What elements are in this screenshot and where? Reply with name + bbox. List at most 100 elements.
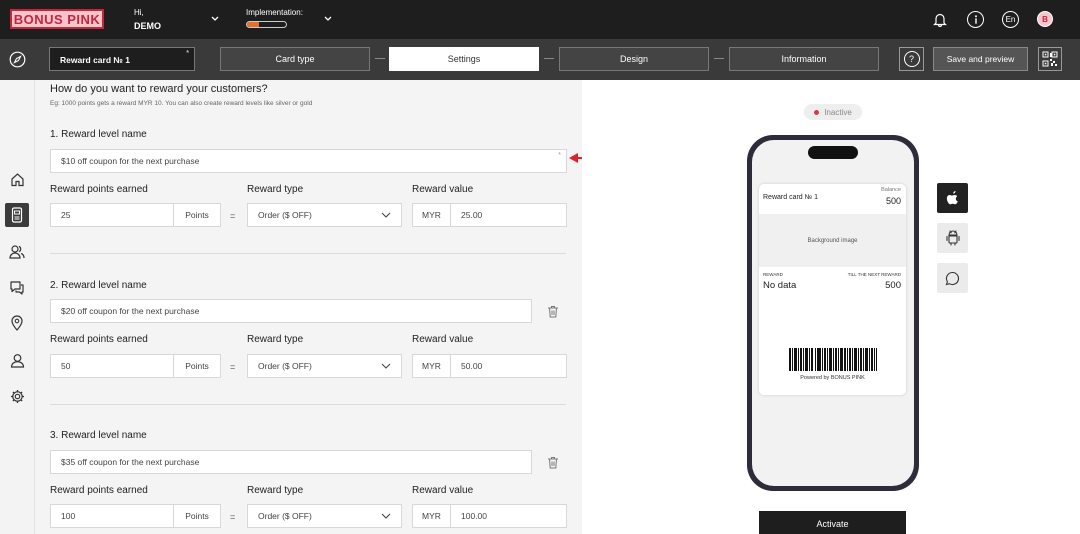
level-1-type-value: Order ($ OFF): [258, 210, 312, 220]
tab-card-type[interactable]: Card type: [220, 47, 370, 71]
sidebar-item-home[interactable]: [5, 167, 29, 191]
message-preview-button[interactable]: [937, 263, 968, 293]
chevron-down-icon: [381, 363, 391, 369]
pass-next-reward-label: TILL THE NEXT REWARD: [847, 272, 901, 277]
info-icon[interactable]: [967, 11, 984, 28]
reward-settings-form: How do you want to reward your customers…: [35, 80, 581, 534]
android-icon: [945, 230, 960, 246]
sidebar-item-settings[interactable]: [5, 384, 29, 408]
sidebar-item-cards[interactable]: [5, 203, 29, 227]
level-1-name-value: $10 off coupon for the next purchase: [61, 156, 200, 166]
card-name-field[interactable]: Reward card № 1 *: [49, 47, 195, 71]
equals-sign: =: [230, 512, 236, 522]
form-hint: Eg: 1000 points gets a reward MYR 10. Yo…: [50, 100, 313, 107]
pass-balance-value: 500: [885, 196, 901, 206]
equals-sign: =: [230, 362, 236, 372]
pass-next-reward-value: 500: [885, 280, 901, 291]
compass-icon[interactable]: [9, 51, 26, 68]
gear-icon: [10, 389, 24, 403]
language-button[interactable]: En: [1002, 11, 1019, 28]
pass-reward-value: No data: [763, 280, 797, 291]
level-3-points-input[interactable]: 100: [50, 504, 174, 528]
level-2-trash-icon[interactable]: [547, 305, 561, 319]
android-wallet-button[interactable]: [937, 223, 968, 253]
level-3-points-header: Reward points earned: [50, 485, 148, 496]
level-2-name-input[interactable]: $20 off coupon for the next purchase: [50, 299, 532, 323]
phone-screen: Reward card № 1 Balance 500 Background i…: [752, 140, 914, 486]
status-text: Inactive: [824, 107, 852, 117]
level-2-currency: MYR: [412, 354, 451, 378]
home-icon: [10, 172, 24, 186]
chevron-down-icon: [381, 212, 391, 218]
pass-title: Reward card № 1: [763, 194, 818, 201]
level-3-points-suffix: Points: [173, 504, 221, 528]
sidebar-item-locations[interactable]: [5, 311, 29, 335]
level-2-type-select[interactable]: Order ($ OFF): [247, 354, 402, 378]
qr-code-button[interactable]: [1038, 47, 1062, 71]
activate-button[interactable]: Activate: [759, 511, 906, 534]
phone-notch: [808, 146, 858, 159]
user-icon: [10, 353, 24, 368]
level-3-currency: MYR: [412, 504, 451, 528]
tab-settings[interactable]: Settings: [389, 47, 539, 71]
step-connector: [544, 58, 554, 59]
status-dot: [814, 109, 820, 115]
tab-design[interactable]: Design: [559, 47, 709, 71]
pass-background-image: Background image: [759, 214, 906, 267]
step-connector: [375, 58, 385, 59]
level-2-type-value: Order ($ OFF): [258, 361, 312, 371]
level-2-label: 2. Reward level name: [50, 280, 147, 291]
level-1-name-input[interactable]: $10 off coupon for the next purchase *: [50, 149, 567, 173]
left-sidebar: [0, 80, 35, 534]
avatar[interactable]: B: [1037, 11, 1053, 27]
apple-icon: [946, 191, 958, 205]
apple-wallet-button[interactable]: [937, 183, 968, 213]
divider: [50, 404, 566, 405]
implementation-progress: [246, 21, 287, 28]
level-1-points-input[interactable]: 25: [50, 203, 174, 227]
equals-sign: =: [230, 211, 236, 221]
phone-mockup: Reward card № 1 Balance 500 Background i…: [747, 135, 919, 491]
user-name: DEMO: [134, 21, 161, 31]
help-button[interactable]: ?: [899, 47, 924, 71]
save-and-preview-button[interactable]: Save and preview: [933, 47, 1028, 71]
user-menu-chevron-icon[interactable]: [210, 14, 220, 24]
level-1-points-suffix: Points: [173, 203, 221, 227]
card-name-value: Reward card № 1: [60, 55, 130, 65]
level-1-type-select[interactable]: Order ($ OFF): [247, 203, 402, 227]
sidebar-item-customers[interactable]: [5, 239, 29, 263]
brand-logo[interactable]: BONUS PINK: [10, 9, 104, 29]
level-3-label: 3. Reward level name: [50, 430, 147, 441]
qr-code-icon: [1042, 51, 1058, 67]
form-question: How do you want to reward your customers…: [50, 83, 268, 95]
sidebar-item-staff[interactable]: [5, 348, 29, 372]
sidebar-item-messages[interactable]: [5, 275, 29, 299]
level-3-type-select[interactable]: Order ($ OFF): [247, 504, 402, 528]
users-icon: [9, 244, 25, 259]
level-1-value-input[interactable]: 25.00: [450, 203, 567, 227]
divider: [50, 253, 566, 254]
level-2-points-input[interactable]: 50: [50, 354, 174, 378]
bell-icon[interactable]: [931, 11, 948, 28]
level-3-trash-icon[interactable]: [547, 456, 561, 470]
pass-balance-label: Balance: [881, 187, 901, 193]
tab-information[interactable]: Information: [729, 47, 879, 71]
step-connector: [714, 58, 724, 59]
level-1-currency: MYR: [412, 203, 451, 227]
chat-bubble-icon: [945, 271, 960, 285]
level-1-value-header: Reward value: [412, 184, 474, 195]
level-3-name-input[interactable]: $35 off coupon for the next purchase: [50, 450, 532, 474]
level-2-value-input[interactable]: 50.00: [450, 354, 567, 378]
chevron-down-icon: [381, 513, 391, 519]
level-3-type-header: Reward type: [247, 485, 304, 496]
status-badge: Inactive: [804, 104, 862, 120]
level-3-value-input[interactable]: 100.00: [450, 504, 567, 528]
top-bar: BONUS PINK Hi, DEMO Implementation: En B: [0, 0, 1080, 39]
level-2-points-header: Reward points earned: [50, 334, 148, 345]
required-mark: *: [558, 152, 561, 159]
implementation-label: Implementation:: [246, 8, 303, 17]
wallet-pass: Reward card № 1 Balance 500 Background i…: [759, 184, 906, 395]
implementation-chevron-icon[interactable]: [323, 14, 333, 24]
level-2-value-header: Reward value: [412, 334, 474, 345]
implementation-progress-fill: [247, 22, 259, 27]
